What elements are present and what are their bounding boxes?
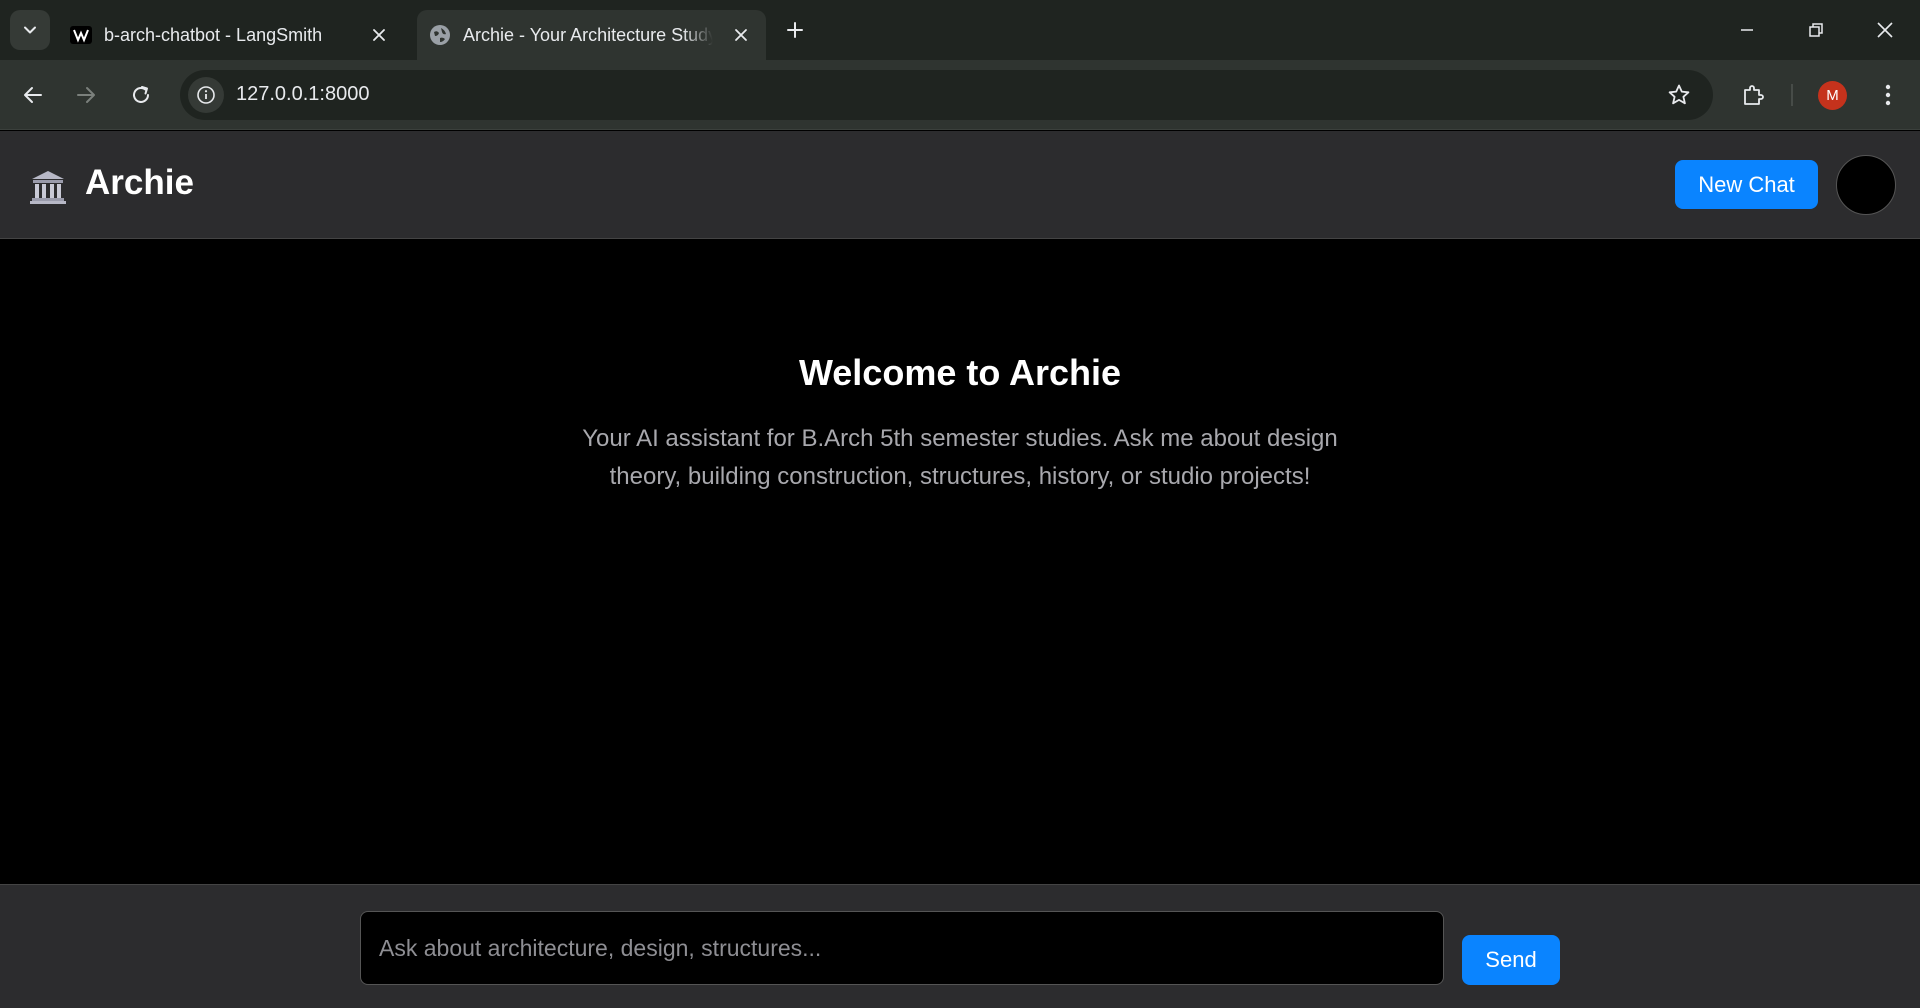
back-button[interactable]	[13, 75, 53, 115]
new-tab-button[interactable]	[775, 12, 815, 48]
info-icon	[197, 86, 215, 104]
reload-icon	[133, 86, 149, 103]
browser-toolbar: 127.0.0.1:8000 M	[0, 60, 1920, 130]
close-icon	[1877, 22, 1893, 38]
tab-title: Archie - Your Architecture Study	[463, 24, 713, 45]
classical-building-icon	[30, 169, 66, 205]
plus-icon	[787, 22, 803, 38]
forward-button[interactable]	[66, 75, 106, 115]
langsmith-icon	[70, 24, 92, 46]
tab-search-button[interactable]	[10, 10, 50, 50]
toolbar-divider	[1791, 84, 1793, 106]
welcome-subtitle: Your AI assistant for B.Arch 5th semeste…	[582, 425, 1338, 490]
message-input[interactable]	[360, 911, 1444, 985]
globe-icon	[429, 24, 451, 46]
tab-langsmith[interactable]: b-arch-chatbot - LangSmith	[58, 10, 404, 60]
arrow-right-icon	[77, 87, 95, 103]
restore-button[interactable]	[1793, 8, 1839, 52]
puzzle-icon	[1744, 85, 1764, 105]
chat-area: Welcome to Archie Your AI assistant for …	[0, 240, 1920, 884]
bookmark-star-icon[interactable]	[1665, 81, 1693, 109]
user-avatar[interactable]	[1836, 155, 1896, 215]
send-button[interactable]: Send	[1462, 935, 1560, 985]
app-header: Archie New Chat	[0, 131, 1920, 239]
browser-tab-strip: b-arch-chatbot - LangSmith Archie - Your…	[0, 0, 1920, 60]
tab-archie[interactable]: Archie - Your Architecture Study	[417, 10, 766, 60]
kebab-menu-icon	[1885, 84, 1891, 106]
url-text[interactable]: 127.0.0.1:8000	[236, 83, 369, 106]
message-composer: Send	[0, 884, 1920, 1008]
address-bar[interactable]: 127.0.0.1:8000	[180, 70, 1713, 120]
profile-avatar[interactable]: M	[1818, 81, 1847, 110]
close-tab-icon[interactable]	[728, 22, 754, 48]
chevron-down-icon	[24, 26, 36, 34]
restore-icon	[1809, 23, 1823, 37]
close-tab-icon[interactable]	[366, 22, 392, 48]
close-window-button[interactable]	[1862, 8, 1908, 52]
new-chat-button[interactable]: New Chat	[1675, 160, 1818, 209]
welcome-title: Welcome to Archie	[798, 352, 1122, 393]
extensions-button[interactable]	[1733, 75, 1773, 115]
app-title: Archie	[85, 163, 194, 202]
minimize-button[interactable]	[1724, 8, 1770, 52]
tab-title: b-arch-chatbot - LangSmith	[104, 24, 323, 45]
arrow-left-icon	[24, 87, 42, 103]
site-info-button[interactable]	[188, 77, 224, 113]
browser-menu-button[interactable]	[1870, 75, 1906, 115]
reload-button[interactable]	[121, 75, 161, 115]
minimize-icon	[1741, 29, 1753, 31]
